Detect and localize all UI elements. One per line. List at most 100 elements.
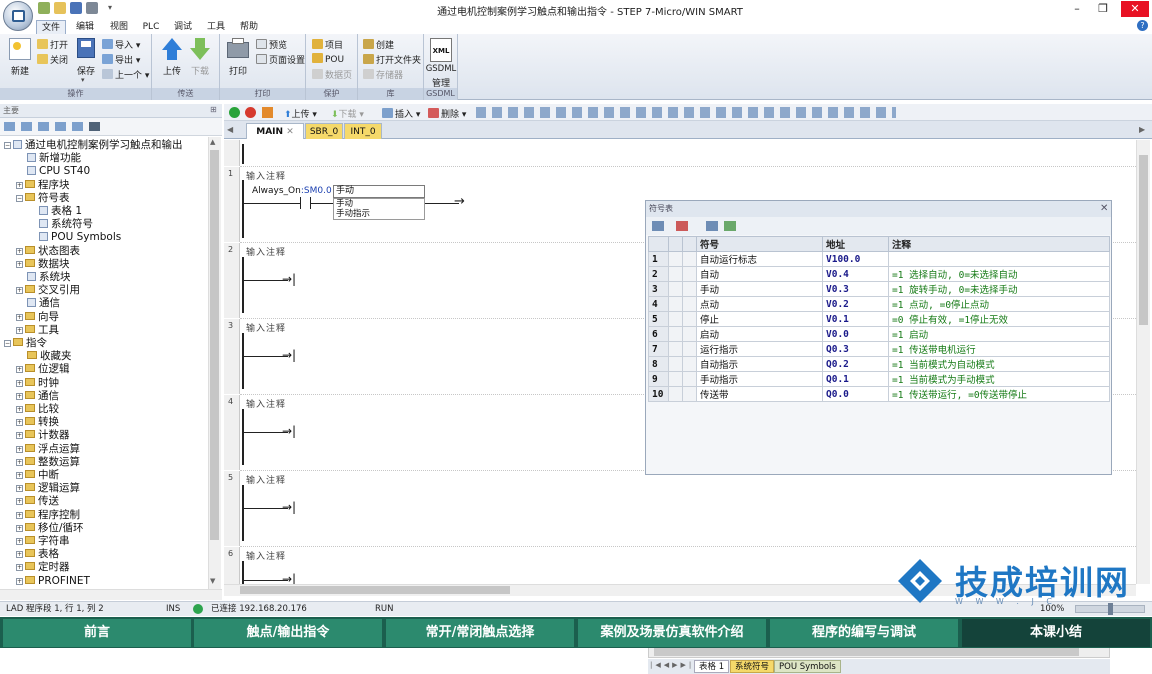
tree-node[interactable]: + 浮点运算 — [16, 443, 80, 456]
tree-scroll-up-icon[interactable]: ▲ — [210, 138, 215, 146]
tab-edit[interactable]: 编辑 — [70, 20, 100, 34]
run-icon[interactable] — [229, 107, 240, 118]
tree-node[interactable]: − 通过电机控制案例学习触点和输出 — [4, 139, 183, 152]
tree-node[interactable]: + 中断 — [16, 469, 59, 482]
tree-node[interactable]: CPU ST40 — [16, 165, 90, 178]
tree-expander-icon[interactable]: + — [16, 326, 23, 334]
tree-node[interactable]: + 向导 — [16, 311, 59, 324]
tab-view[interactable]: 视图 — [104, 20, 134, 34]
close-project-button[interactable]: 关闭 — [37, 53, 68, 66]
course-nav-no-nc-select[interactable]: 常开/常闭触点选择 — [386, 619, 574, 647]
tree-node[interactable]: + 整数运算 — [16, 456, 80, 469]
protect-pou-button[interactable]: POU — [312, 53, 344, 65]
tab-close-icon[interactable]: ✕ — [286, 127, 294, 137]
course-nav-programming-debug[interactable]: 程序的编写与调试 — [770, 619, 958, 647]
tree-node[interactable]: + 逻辑运算 — [16, 482, 80, 495]
tree-expander-icon[interactable]: − — [16, 194, 23, 202]
tree-tool-3-icon[interactable] — [38, 122, 49, 131]
comment-cell[interactable]: =0 停止有效, =1停止无效 — [888, 311, 1110, 327]
print-button[interactable]: 打印 — [223, 64, 253, 77]
tree-expander-icon[interactable]: − — [4, 142, 11, 149]
address-cell[interactable]: V0.4 — [822, 266, 889, 282]
symbol-cell[interactable]: 点动 — [696, 296, 823, 312]
tree-expander-icon[interactable]: + — [16, 524, 23, 532]
comment-cell[interactable]: =1 当前模式为自动模式 — [888, 356, 1110, 372]
tree-node[interactable]: + 程序块 — [16, 179, 70, 192]
tree-expander-icon[interactable]: + — [16, 538, 23, 545]
tab-sbr0[interactable]: SBR_0 — [305, 123, 343, 139]
import-button[interactable]: 导入 ▾ — [102, 38, 140, 51]
tree-node[interactable]: + PROFINET — [16, 575, 90, 588]
tab-plc[interactable]: PLC — [137, 20, 165, 34]
col-symbol[interactable]: 符号 — [696, 236, 823, 252]
tree-node[interactable]: + 定时器 — [16, 561, 70, 574]
address-cell[interactable]: Q0.3 — [822, 341, 889, 357]
export-button[interactable]: 导出 ▾ — [102, 53, 140, 66]
tree-node[interactable]: − 符号表 — [16, 192, 70, 205]
open-quick-icon[interactable] — [54, 2, 66, 14]
tree-node[interactable]: + 计数器 — [16, 429, 70, 442]
tree-expander-icon[interactable]: + — [16, 379, 23, 387]
open-folder-button[interactable]: 打开文件夹 — [363, 53, 421, 66]
tree-expander-icon[interactable]: + — [16, 392, 23, 400]
row-number[interactable]: 7 — [648, 341, 669, 357]
tabs-scroll-right-icon[interactable]: ▶ — [1139, 125, 1145, 134]
symbol-cell[interactable]: 自动指示 — [696, 356, 823, 372]
tree-node[interactable]: 系统符号 — [28, 218, 93, 231]
tree-expander-icon[interactable]: + — [16, 366, 23, 374]
symbol-row[interactable]: 1 自动运行标志 V100.0 — [648, 251, 1110, 267]
row-number[interactable]: 1 — [648, 251, 669, 267]
row-number[interactable]: 9 — [648, 371, 669, 387]
symbol-cell[interactable]: 手动 — [696, 281, 823, 297]
tab-file[interactable]: 文件 — [36, 20, 66, 34]
tree-tool-4-icon[interactable] — [55, 122, 66, 131]
comment-cell[interactable]: =1 传送带电机运行 — [888, 341, 1110, 357]
sym-tool-4-icon[interactable] — [724, 221, 736, 231]
autocomplete-item-manual-indicator[interactable]: 手动指示 — [334, 209, 424, 219]
address-cell[interactable]: Q0.0 — [822, 386, 889, 402]
row-number[interactable]: 4 — [648, 296, 669, 312]
tree-node[interactable]: + 转换 — [16, 416, 59, 429]
network-2-comment[interactable]: 输入注释 — [246, 245, 286, 258]
tree-node[interactable]: + 移位/循环 — [16, 522, 84, 535]
tree-tool-5-icon[interactable] — [72, 122, 83, 131]
symbol-row[interactable]: 6 启动 V0.0 =1 启动 — [648, 326, 1110, 342]
close-button[interactable]: ✕ — [1121, 1, 1149, 17]
address-cell[interactable]: V0.3 — [822, 281, 889, 297]
comment-cell[interactable]: =1 旋转手动, 0=未选择手动 — [888, 281, 1110, 297]
comment-cell[interactable]: =1 点动, =0停止点动 — [888, 296, 1110, 312]
sym-tab-pou[interactable]: POU Symbols — [774, 660, 841, 673]
tree-expander-icon[interactable]: + — [16, 564, 23, 572]
symbol-table[interactable]: 符号 地址 注释 1 自动运行标志 V100.0 2 自动 V0.4 =1 选择自动, 0=… — [648, 236, 1110, 402]
col-comment[interactable]: 注释 — [888, 236, 1110, 252]
tree-expander-icon[interactable]: + — [16, 181, 23, 189]
stop-icon[interactable] — [245, 107, 256, 118]
symbol-row[interactable]: 10 传送带 Q0.0 =1 传送带运行, =0传送带停止 — [648, 386, 1110, 402]
address-cell[interactable]: Q0.2 — [822, 356, 889, 372]
tree-node[interactable]: + 程序控制 — [16, 509, 80, 522]
previous-button[interactable]: 上一个 ▾ — [102, 68, 149, 81]
save-quick-icon[interactable] — [70, 2, 82, 14]
comment-cell[interactable]: =1 选择自动, 0=未选择自动 — [888, 266, 1110, 282]
tree-horizontal-scrollbar[interactable] — [0, 589, 222, 600]
tree-expander-icon[interactable]: + — [16, 511, 23, 519]
symbol-cell[interactable]: 停止 — [696, 311, 823, 327]
address-cell[interactable]: V0.2 — [822, 296, 889, 312]
tab-help[interactable]: 帮助 — [234, 20, 264, 34]
symbol-row[interactable]: 9 手动指示 Q0.1 =1 当前模式为手动模式 — [648, 371, 1110, 387]
tree-node[interactable]: + 传送 — [16, 495, 59, 508]
network-4-comment[interactable]: 输入注释 — [246, 397, 286, 410]
new-button[interactable]: 新建 — [5, 64, 35, 77]
tabs-scroll-left-icon[interactable]: ◀ — [227, 125, 233, 134]
tree-expander-icon[interactable]: + — [16, 472, 23, 479]
sym-tool-1-icon[interactable] — [652, 221, 664, 231]
symbol-cell[interactable]: 传送带 — [696, 386, 823, 402]
symbol-cell[interactable]: 启动 — [696, 326, 823, 342]
insert-button[interactable]: 插入 ▾ — [382, 107, 420, 120]
coil-operand-input[interactable]: 手动 — [333, 185, 425, 198]
course-nav-preface[interactable]: 前言 — [3, 619, 191, 647]
tree-expander-icon[interactable]: + — [16, 432, 23, 440]
row-number[interactable]: 6 — [648, 326, 669, 342]
symbol-cell[interactable]: 手动指示 — [696, 371, 823, 387]
tree-expander-icon[interactable]: + — [16, 260, 23, 268]
